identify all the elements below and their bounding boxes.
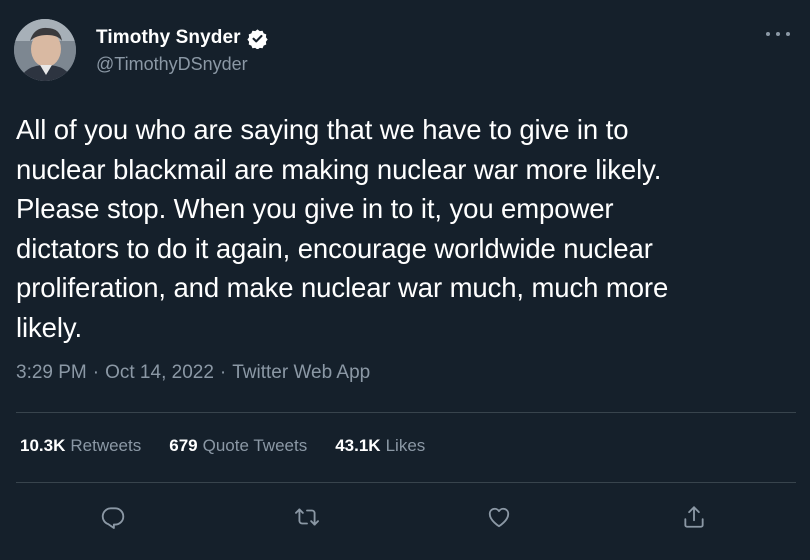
likes-stat[interactable]: 43.1K Likes [335,436,425,456]
tweet-date[interactable]: Oct 14, 2022 [105,362,214,384]
avatar[interactable] [14,19,76,81]
heart-icon [488,507,510,528]
share-button[interactable] [677,500,711,534]
retweets-label: Retweets [70,436,142,455]
more-options-button[interactable] [766,24,790,44]
tweet-meta: 3:29 PM · Oct 14, 2022 · Twitter Web App [16,362,370,384]
tweet-time[interactable]: 3:29 PM [16,362,87,384]
more-horizontal-icon [776,32,780,36]
more-horizontal-icon [766,32,770,36]
retweets-stat[interactable]: 10.3K Retweets [20,436,141,456]
tweet-card: Timothy Snyder @TimothyDSnyder All of yo… [0,0,810,560]
name-row: Timothy Snyder [96,25,268,51]
divider [16,412,796,413]
tweet-header: Timothy Snyder @TimothyDSnyder [14,18,268,82]
reply-button[interactable] [96,500,130,534]
tweet-stats: 10.3K Retweets 679 Quote Tweets 43.1K Li… [20,436,453,456]
likes-label: Likes [385,436,426,455]
meta-separator: · [92,362,100,383]
more-horizontal-icon [786,32,790,36]
tweet-text: All of you who are saying that we have t… [16,114,669,343]
author-names: Timothy Snyder @TimothyDSnyder [96,25,268,75]
retweet-icon [295,508,319,526]
tweet-source[interactable]: Twitter Web App [232,362,370,384]
author-handle[interactable]: @TimothyDSnyder [96,54,268,75]
quote-tweets-count: 679 [169,436,198,455]
tweet-actions [0,500,810,534]
verified-badge-icon [246,28,268,50]
retweet-button[interactable] [290,500,324,534]
share-icon [684,506,704,528]
display-name[interactable]: Timothy Snyder [96,27,241,49]
quote-tweets-label: Quote Tweets [202,436,308,455]
retweets-count: 10.3K [20,436,66,455]
like-button[interactable] [482,500,516,534]
reply-icon [101,507,125,529]
meta-separator: · [219,362,227,383]
divider [16,482,796,483]
likes-count: 43.1K [335,436,381,455]
quote-tweets-stat[interactable]: 679 Quote Tweets [169,436,307,456]
